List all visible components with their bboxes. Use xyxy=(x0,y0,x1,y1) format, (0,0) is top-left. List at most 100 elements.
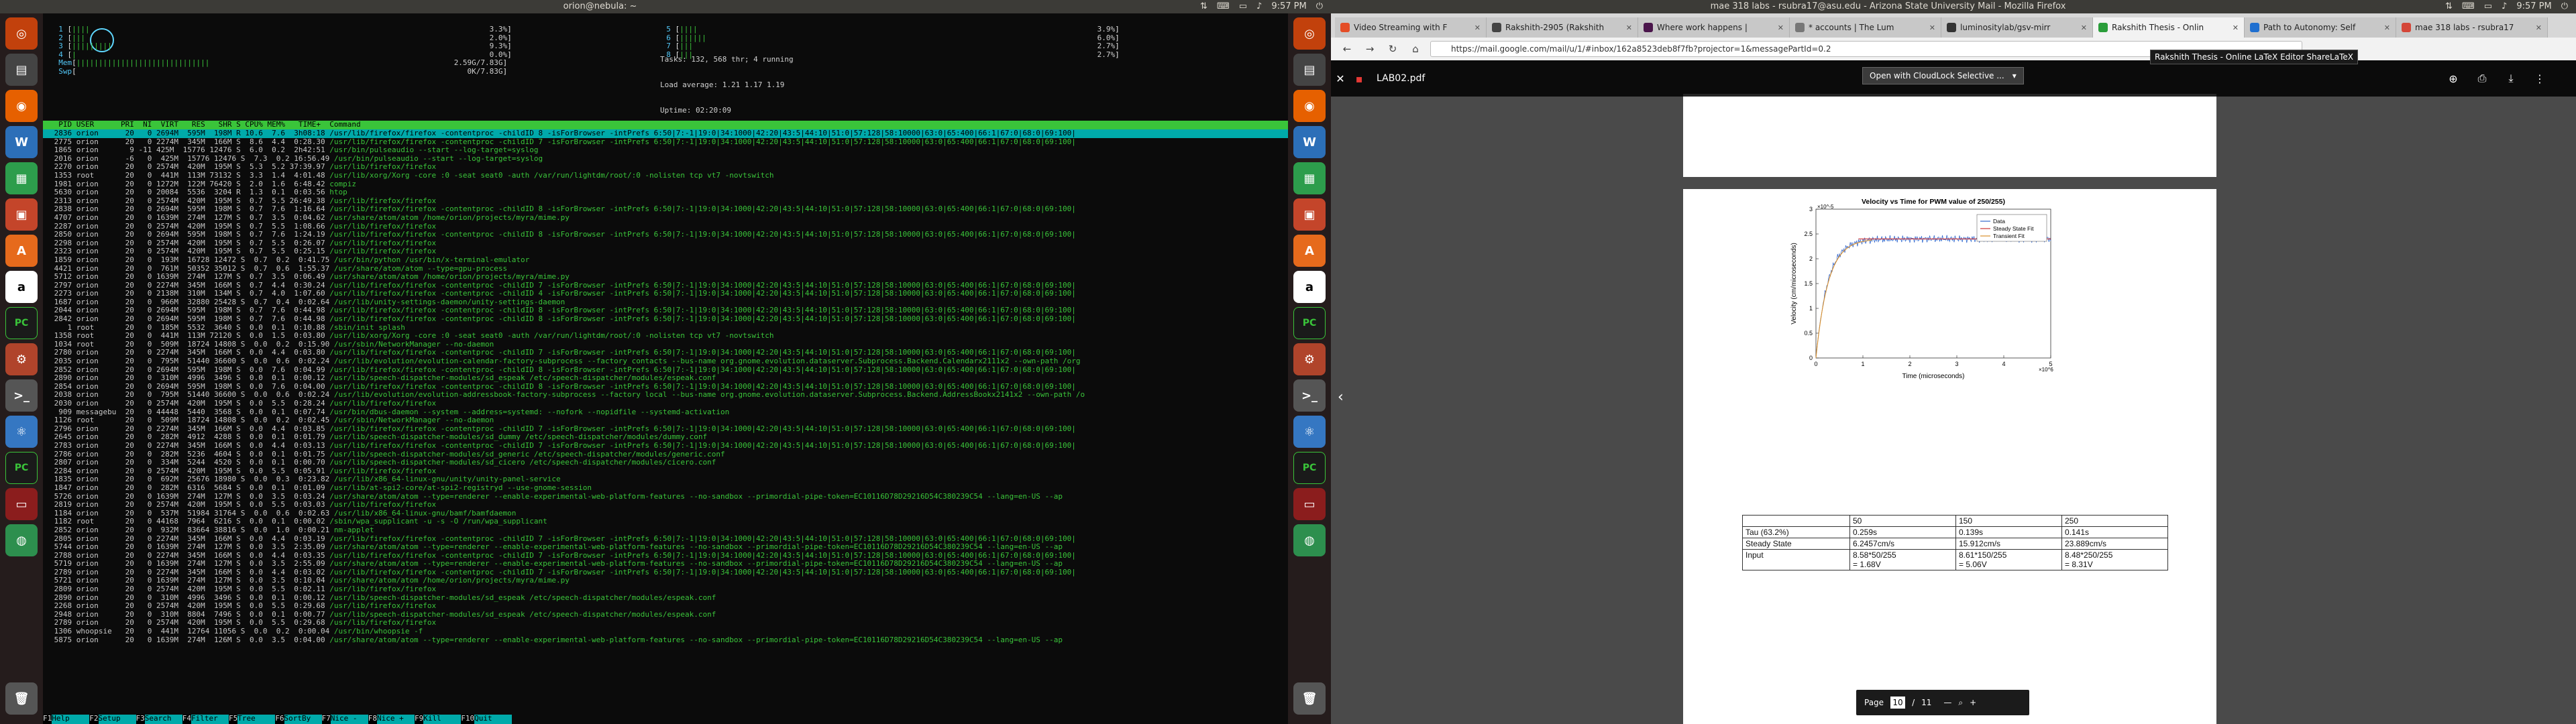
software-center-icon[interactable]: A xyxy=(5,235,38,267)
forward-button[interactable]: → xyxy=(1362,41,1378,57)
fkey-label[interactable]: Tree xyxy=(237,714,276,724)
fkey-label[interactable]: Quit xyxy=(474,714,513,724)
process-row[interactable]: 1981 orion 20 0 1272M 122M 76420 S 2.0 1… xyxy=(43,180,1288,189)
process-row[interactable]: 4707 orion 20 0 1639M 274M 127M S 0.7 3.… xyxy=(43,214,1288,223)
browser-tab[interactable]: Video Streaming with F ✕ xyxy=(1335,17,1487,38)
process-row[interactable]: 1687 orion 20 0 966M 32880 25428 S 0.7 0… xyxy=(43,298,1288,307)
fkey-f6[interactable]: F6 xyxy=(275,714,284,724)
process-row[interactable]: 2298 orion 20 0 2574M 420M 195M S 0.7 5.… xyxy=(43,239,1288,248)
process-row[interactable]: 1034 root 20 0 509M 18724 14808 S 0.0 0.… xyxy=(43,341,1288,349)
current-page-field[interactable]: 10 xyxy=(1890,697,1906,709)
process-row[interactable]: 2948 orion 20 0 310M 8804 7496 S 0.0 0.1… xyxy=(43,611,1288,619)
process-row[interactable]: 1182 root 20 0 44168 7964 6216 S 0.0 0.1… xyxy=(43,518,1288,526)
process-row[interactable]: 2797 orion 20 0 2274M 345M 166M S 0.7 4.… xyxy=(43,282,1288,290)
process-row[interactable]: 2796 orion 20 0 2274M 345M 166M S 0.0 4.… xyxy=(43,425,1288,434)
firefox-icon[interactable]: ◉ xyxy=(1293,90,1326,122)
impress-icon[interactable]: ▣ xyxy=(5,198,38,231)
settings-icon[interactable]: ⚙ xyxy=(1293,343,1326,375)
process-row[interactable]: 1835 orion 20 0 692M 25676 18980 S 0.0 0… xyxy=(43,475,1288,484)
browser-tab[interactable]: Rakshith Thesis - Onlin ✕ xyxy=(2093,17,2245,38)
close-tab-icon[interactable]: ✕ xyxy=(2081,23,2087,32)
fkey-label[interactable]: Search xyxy=(144,714,182,724)
monitor-icon[interactable]: ▭ xyxy=(5,488,38,520)
process-row[interactable]: 2268 orion 20 0 2574M 420M 195M S 0.0 5.… xyxy=(43,602,1288,611)
trash-icon[interactable]: 🗑 xyxy=(1293,682,1326,715)
fkey-label[interactable]: SortBy xyxy=(284,714,322,724)
download-icon[interactable]: ⤓ xyxy=(2502,72,2520,85)
calc-icon[interactable]: ▦ xyxy=(1293,162,1326,194)
process-row[interactable]: 5721 orion 20 0 1639M 274M 127M S 0.0 3.… xyxy=(43,577,1288,585)
process-row[interactable]: 2838 orion 20 0 2694M 595M 198M S 0.7 7.… xyxy=(43,205,1288,214)
process-row[interactable]: 2030 orion 20 0 2574M 420M 195M S 0.0 5.… xyxy=(43,400,1288,408)
process-row[interactable]: 2270 orion 20 0 2574M 420M 195M S 5.3 5.… xyxy=(43,163,1288,172)
process-row[interactable]: 1306 whoopsie 20 0 441M 12764 11056 S 0.… xyxy=(43,627,1288,636)
fkey-f8[interactable]: F8 xyxy=(368,714,377,724)
process-row[interactable]: 1353 root 20 0 441M 113M 73132 S 3.3 1.4… xyxy=(43,172,1288,180)
process-row[interactable]: 2786 orion 20 0 282M 5236 4604 S 0.0 0.1… xyxy=(43,450,1288,459)
pycharm-icon[interactable]: PC xyxy=(5,307,38,339)
process-row[interactable]: 2323 orion 20 0 2574M 420M 195M S 0.7 5.… xyxy=(43,247,1288,256)
process-row[interactable]: 2044 orion 20 0 2694M 595M 198M S 0.7 7.… xyxy=(43,306,1288,315)
power-icon[interactable]: ⏻ xyxy=(2561,0,2568,13)
process-row[interactable]: 2273 orion 20 0 2138M 310M 134M S 0.7 4.… xyxy=(43,290,1288,298)
vpn-icon[interactable]: ◍ xyxy=(1293,524,1326,556)
atom-icon[interactable]: ⚛ xyxy=(5,416,38,448)
browser-tab[interactable]: * accounts | The Lum ✕ xyxy=(1790,17,1941,38)
process-row[interactable]: 2016 orion -6 0 425M 15776 12476 S 7.3 0… xyxy=(43,155,1288,164)
volume-icon[interactable]: ♪ xyxy=(2502,0,2507,13)
impress-icon[interactable]: ▣ xyxy=(1293,198,1326,231)
reload-button[interactable]: ↻ xyxy=(1385,41,1401,57)
calc-icon[interactable]: ▦ xyxy=(5,162,38,194)
process-row[interactable]: 2789 orion 20 0 2574M 420M 195M S 0.0 5.… xyxy=(43,619,1288,627)
process-row[interactable]: 1 root 20 0 185M 5532 3640 S 0.0 0.1 0:1… xyxy=(43,324,1288,333)
process-row[interactable]: 2287 orion 20 0 2574M 420M 195M S 0.7 5.… xyxy=(43,223,1288,231)
process-row[interactable]: 2807 orion 20 0 334M 5244 4520 S 0.0 0.1… xyxy=(43,459,1288,467)
fkey-label[interactable]: Nice + xyxy=(377,714,415,724)
process-row[interactable]: 2789 orion 20 0 2274M 345M 166M S 0.0 4.… xyxy=(43,568,1288,577)
process-row[interactable]: 5744 orion 20 0 1639M 274M 127M S 0.0 3.… xyxy=(43,543,1288,552)
network-icon[interactable]: ⇅ xyxy=(1200,0,1208,13)
browser-tab[interactable]: Rakshith-2905 (Rakshith ✕ xyxy=(1487,17,1638,38)
process-row[interactable]: 2836 orion 20 0 2694M 595M 198M R 10.6 7… xyxy=(43,129,1288,138)
process-row[interactable]: 2890 orion 20 0 310M 4996 3496 S 0.0 0.1… xyxy=(43,594,1288,603)
process-row[interactable]: 2852 orion 20 0 932M 83664 38816 S 0.0 1… xyxy=(43,526,1288,535)
close-tab-icon[interactable]: ✕ xyxy=(2233,23,2239,32)
process-row[interactable]: 2788 orion 20 0 2274M 345M 166M S 0.0 4.… xyxy=(43,552,1288,560)
process-row[interactable]: 2850 orion 20 0 2694M 595M 198M S 0.7 7.… xyxy=(43,231,1288,239)
close-tab-icon[interactable]: ✕ xyxy=(1474,23,1481,32)
amazon-icon[interactable]: a xyxy=(5,271,38,303)
writer-icon[interactable]: W xyxy=(1293,126,1326,158)
fkey-label[interactable]: Kill xyxy=(423,714,462,724)
process-row[interactable]: 1358 root 20 0 441M 113M 72120 S 0.0 1.5… xyxy=(43,332,1288,341)
home-button[interactable]: ⌂ xyxy=(1407,41,1424,57)
process-row[interactable]: 2805 orion 20 0 2274M 345M 166M S 0.0 4.… xyxy=(43,535,1288,544)
terminal-icon[interactable]: >_ xyxy=(1293,379,1326,412)
process-row[interactable]: 1847 orion 20 0 282M 6316 5684 S 0.0 0.1… xyxy=(43,484,1288,493)
process-row[interactable]: 5726 orion 20 0 1639M 274M 127M S 0.0 3.… xyxy=(43,493,1288,501)
process-row[interactable]: 2035 orion 20 0 795M 51440 36600 S 0.0 0… xyxy=(43,357,1288,366)
previous-attachment-icon[interactable]: ‹ xyxy=(1338,389,1344,406)
back-button[interactable]: ← xyxy=(1339,41,1355,57)
settings-icon[interactable]: ⚙ xyxy=(5,343,38,375)
process-row[interactable]: 909 messagebu 20 0 44448 5440 3568 S 0.0… xyxy=(43,408,1288,417)
vpn-icon[interactable]: ◍ xyxy=(5,524,38,556)
right-clock[interactable]: 9:57 PM xyxy=(2516,0,2551,13)
left-clock[interactable]: 9:57 PM xyxy=(1271,0,1306,13)
process-row[interactable]: 5875 orion 20 0 1639M 274M 126M S 0.0 3.… xyxy=(43,636,1288,645)
fkey-label[interactable]: Filter xyxy=(191,714,229,724)
process-row[interactable]: 1184 orion 20 0 537M 51984 31764 S 0.0 0… xyxy=(43,509,1288,518)
close-viewer-icon[interactable]: ✕ xyxy=(1331,72,1350,85)
dash-icon[interactable]: ◎ xyxy=(1293,17,1326,50)
zoom-out-icon[interactable]: — xyxy=(1943,698,1951,707)
fkey-f1[interactable]: F1 xyxy=(43,714,52,724)
process-row[interactable]: 5712 orion 20 0 1639M 274M 127M S 0.7 3.… xyxy=(43,273,1288,282)
browser-tab[interactable]: mae 318 labs - rsubra17 ✕ xyxy=(2396,17,2548,38)
process-row[interactable]: 1865 orion 9 -11 425M 15776 12476 S 6.0 … xyxy=(43,146,1288,155)
browser-tab[interactable]: Where work happens | ✕ xyxy=(1638,17,1790,38)
process-row[interactable]: 2780 orion 20 0 2274M 345M 166M S 0.0 4.… xyxy=(43,349,1288,357)
process-list[interactable]: 2836 orion 20 0 2694M 595M 198M R 10.6 7… xyxy=(43,129,1288,644)
process-column-header[interactable]: PID USER PRI NI VIRT RES SHR S CPU% MEM%… xyxy=(43,120,1288,129)
process-row[interactable]: 1859 orion 20 0 193M 16728 12472 S 0.7 0… xyxy=(43,256,1288,265)
fkey-f5[interactable]: F5 xyxy=(229,714,238,724)
zoom-icon[interactable]: ⌕ xyxy=(1958,698,1963,708)
